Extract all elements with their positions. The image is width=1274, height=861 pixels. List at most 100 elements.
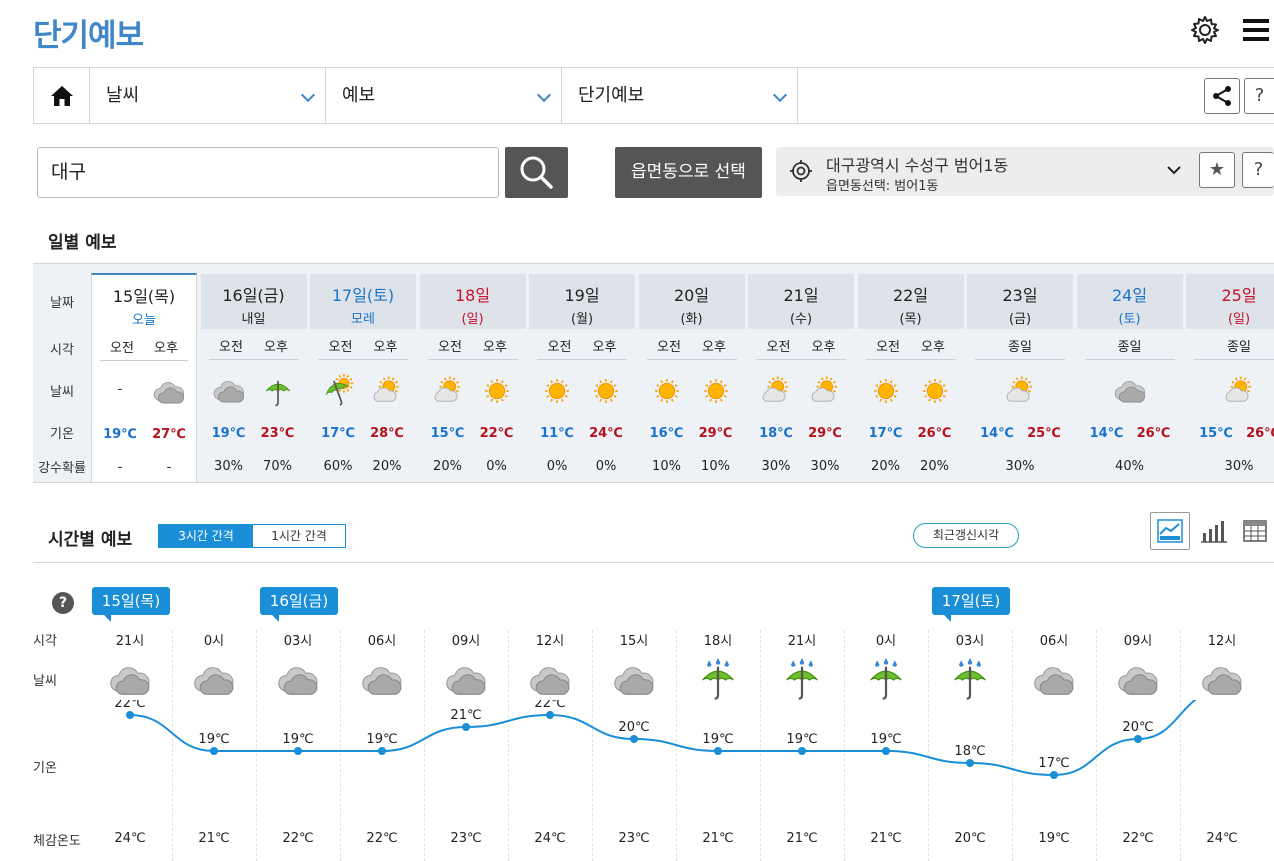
nav-select-weather[interactable]: 날씨 xyxy=(90,68,326,124)
daily-temp-min: 17℃ xyxy=(868,426,903,441)
hourly-temp-label: 19℃ xyxy=(702,732,733,747)
location-target-icon xyxy=(790,160,812,182)
daily-day-header: 17일(토) 모레 xyxy=(310,274,416,329)
umbrella-sun-icon xyxy=(321,374,355,408)
home-button[interactable] xyxy=(33,68,90,124)
hourly-temp-label: 19℃ xyxy=(282,732,313,747)
location-selector[interactable]: 대구광역시 수성구 범어1동 읍면동선택: 범어1동 ★ ? xyxy=(776,147,1274,196)
daily-time-row: 종일 xyxy=(1084,336,1175,360)
daily-date: 18일 xyxy=(454,286,491,305)
daily-day-header: 18일 (일) xyxy=(419,274,526,329)
daily-no-icon: - xyxy=(117,382,123,397)
hourly-feels-temp: 20℃ xyxy=(954,831,986,846)
help-button[interactable]: ? xyxy=(1244,78,1274,114)
hourly-temp-point xyxy=(462,723,470,731)
hourly-temp-point xyxy=(546,711,554,719)
hourly-feels-temp: 24℃ xyxy=(1206,831,1238,846)
daily-day-column: 15일(목) 오늘 오전 오후 - 19℃ 27℃ - - xyxy=(91,273,197,482)
hourly-temp-point xyxy=(798,747,806,755)
chevron-down-icon xyxy=(300,87,316,103)
daily-temp-max: 28℃ xyxy=(370,426,404,441)
interval-tabs: 3시간 간격 1시간 간격 xyxy=(158,524,346,548)
daily-precip: 30% xyxy=(1005,459,1035,474)
daily-am-label: 오전 xyxy=(110,341,134,356)
hourly-temp-chart: 22℃19℃19℃19℃21℃22℃20℃19℃19℃19℃18℃17℃20℃2… xyxy=(114,700,1197,779)
view-chart-button[interactable] xyxy=(1150,512,1190,550)
sun-icon xyxy=(540,374,574,408)
hourly-temp-point xyxy=(378,747,386,755)
tab-1hour[interactable]: 1시간 간격 xyxy=(253,525,345,547)
hourly-time: 21시 xyxy=(787,634,817,649)
favorite-button[interactable]: ★ xyxy=(1199,152,1235,188)
daily-date-sub: (월) xyxy=(570,312,594,327)
share-button[interactable] xyxy=(1204,78,1240,114)
nav-select-forecast[interactable]: 예보 xyxy=(326,68,562,124)
cloud-icon xyxy=(276,658,320,702)
daily-date-sub: (수) xyxy=(789,312,813,327)
daily-day-header: 22일 (목) xyxy=(857,274,964,329)
sun-icon xyxy=(589,374,623,408)
rain-umbrella-icon xyxy=(696,658,740,702)
daily-temp-min: 14℃ xyxy=(980,426,1014,441)
rain-umbrella-icon xyxy=(864,658,908,702)
daily-temp-max: 24℃ xyxy=(589,426,623,441)
hourly-time: 0시 xyxy=(203,634,225,649)
sun-icon xyxy=(918,374,952,408)
hourly-temp-label: 17℃ xyxy=(1038,756,1069,771)
daily-temp-max: 25℃ xyxy=(1027,426,1061,441)
daily-date: 16일(금) xyxy=(222,286,285,305)
hourly-feels-temp: 22℃ xyxy=(282,831,314,846)
daily-am-label: 오전 xyxy=(328,340,353,355)
table-icon xyxy=(1243,520,1267,542)
location-sub: 읍면동선택: 범어1동 xyxy=(826,179,939,194)
daily-time-row: 종일 xyxy=(1194,336,1274,360)
sun-icon xyxy=(699,374,733,408)
view-bar-button[interactable] xyxy=(1194,512,1234,550)
emd-select-button[interactable]: 읍면동으로 선택 xyxy=(615,147,762,198)
daily-pm-label: 오후 xyxy=(154,341,178,356)
nav-select-short-term[interactable]: 단기예보 xyxy=(562,68,798,124)
hourly-temp-label: 22℃ xyxy=(114,700,145,711)
hourly-temp-point xyxy=(714,747,722,755)
sun-icon xyxy=(480,374,514,408)
daily-day-header: 25일 (일) xyxy=(1186,274,1274,329)
tab-3hour[interactable]: 3시간 간격 xyxy=(159,525,253,547)
sun-cloud-icon xyxy=(1222,374,1256,408)
daily-date-sub: (화) xyxy=(680,312,703,327)
daily-day-column: 25일 (일) 종일 15℃ 26℃ 30% xyxy=(1186,274,1274,482)
gear-icon[interactable] xyxy=(1190,15,1220,45)
view-table-button[interactable] xyxy=(1236,512,1274,550)
hourly-time: 03시 xyxy=(283,634,313,649)
hourly-temp-label: 18℃ xyxy=(954,744,985,759)
location-help-button[interactable]: ? xyxy=(1242,152,1274,188)
nav-select-label: 단기예보 xyxy=(578,85,645,106)
search-button[interactable] xyxy=(505,147,568,198)
hourly-temp-label: 19℃ xyxy=(198,732,229,747)
hourly-help-button[interactable]: ? xyxy=(52,592,74,614)
row-label-precip: 강수확률 xyxy=(38,461,86,476)
daily-day-column: 22일 (목) 오전 오후 17℃ 26℃ 20% 20% xyxy=(857,274,964,482)
daily-pm-label: 오후 xyxy=(483,340,507,355)
daily-precip-am: 10% xyxy=(652,459,681,474)
daily-pm-label: 오후 xyxy=(373,340,398,355)
daily-temp-max: 29℃ xyxy=(808,426,842,441)
line-chart-icon xyxy=(1157,519,1183,543)
menu-icon[interactable] xyxy=(1242,16,1270,44)
sun-icon xyxy=(650,374,684,408)
hourly-temp-point xyxy=(966,759,974,767)
daily-date-sub: 모레 xyxy=(351,312,375,327)
daily-day-header: 15일(목) 오늘 xyxy=(92,275,196,330)
daily-section-title: 일별 예보 xyxy=(48,233,117,253)
daily-day-column: 24일 (토) 종일 14℃ 26℃ 40% xyxy=(1076,274,1183,482)
hourly-time: 15시 xyxy=(619,634,649,649)
daily-precip: 30% xyxy=(1224,459,1254,474)
row-label-weather: 날씨 xyxy=(50,385,74,400)
daily-day-header: 24일 (토) xyxy=(1076,274,1183,329)
search-input[interactable]: 대구 xyxy=(37,147,499,198)
hourly-label-weather: 날씨 xyxy=(33,674,57,689)
daily-date-sub: (목) xyxy=(899,312,922,327)
daily-time-row: 종일 xyxy=(975,336,1065,360)
hourly-feels-temp: 24℃ xyxy=(114,831,146,846)
recent-update-button[interactable]: 최근갱신시각 xyxy=(913,523,1019,548)
hourly-feels-temp: 22℃ xyxy=(366,831,398,846)
